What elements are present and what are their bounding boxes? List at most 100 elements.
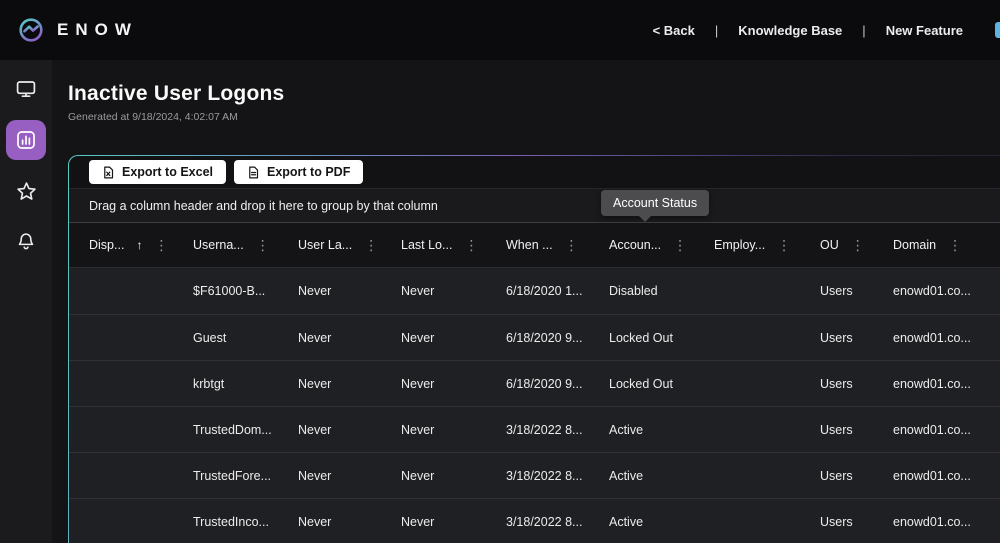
cell-account-status: Disabled	[589, 284, 694, 298]
sidebar	[0, 60, 52, 543]
cell-last-logon: Never	[381, 377, 486, 391]
sidebar-item-favorites[interactable]	[6, 171, 46, 211]
column-header-ou[interactable]: OU ⋮	[800, 238, 873, 252]
table-row[interactable]: $F61000-B... Never Never 6/18/2020 1... …	[69, 268, 1000, 314]
table-body: $F61000-B... Never Never 6/18/2020 1... …	[69, 268, 1000, 543]
brand-name: ENOW	[57, 20, 138, 40]
cell-ou: Users	[800, 515, 873, 529]
column-header-label: Accoun...	[609, 238, 661, 252]
knowledge-base-link[interactable]: Knowledge Base	[738, 23, 842, 38]
column-menu-icon[interactable]: ⋮	[777, 238, 791, 252]
column-header-username[interactable]: Userna... ⋮	[173, 238, 278, 252]
column-menu-icon[interactable]: ⋮	[256, 238, 270, 252]
cell-when: 6/18/2020 1...	[486, 284, 589, 298]
column-header-label: When ...	[506, 238, 553, 252]
enow-logo[interactable]: ENOW	[18, 17, 138, 43]
sidebar-item-reports[interactable]	[6, 120, 46, 160]
cell-last-logon: Never	[381, 284, 486, 298]
export-to-pdf-label: Export to PDF	[267, 165, 350, 179]
table-row[interactable]: TrustedDom... Never Never 3/18/2022 8...…	[69, 406, 1000, 452]
cell-domain: enowd01.co...	[873, 331, 1000, 345]
cell-account-status: Locked Out	[589, 377, 694, 391]
cell-when: 3/18/2022 8...	[486, 515, 589, 529]
column-header-account-status[interactable]: Accoun... ⋮	[589, 238, 694, 252]
column-header-user-last-logon[interactable]: User La... ⋮	[278, 238, 381, 252]
cell-user-last-logon: Never	[278, 515, 381, 529]
star-icon	[15, 180, 38, 203]
cell-ou: Users	[800, 331, 873, 345]
back-link[interactable]: < Back	[653, 23, 695, 38]
cell-last-logon: Never	[381, 331, 486, 345]
cell-when: 6/18/2020 9...	[486, 377, 589, 391]
column-header-label: Disp...	[89, 238, 124, 252]
page-title: Inactive User Logons	[68, 82, 1000, 106]
column-menu-icon[interactable]: ⋮	[851, 238, 865, 252]
group-by-drop-zone[interactable]: Drag a column header and drop it here to…	[69, 188, 1000, 223]
top-navigation: < Back | Knowledge Base | New Feature	[653, 22, 1000, 38]
cell-domain: enowd01.co...	[873, 469, 1000, 483]
column-menu-icon[interactable]: ⋮	[948, 238, 962, 252]
sort-ascending-icon: ↑	[136, 238, 142, 252]
column-header-domain[interactable]: Domain ⋮	[873, 238, 1000, 252]
monitor-icon	[15, 78, 37, 100]
column-header-when[interactable]: When ... ⋮	[486, 238, 589, 252]
sidebar-item-monitor[interactable]	[6, 69, 46, 109]
app-root: ENOW < Back | Knowledge Base | New Featu…	[0, 0, 1000, 543]
cell-ou: Users	[800, 284, 873, 298]
table-header-row: Disp... ↑ ⋮ Userna... ⋮ User La... ⋮ Las…	[69, 223, 1000, 268]
column-header-employee[interactable]: Employ... ⋮	[694, 238, 800, 252]
enow-logo-icon	[18, 17, 44, 43]
cell-user-last-logon: Never	[278, 331, 381, 345]
cell-username: Guest	[173, 331, 278, 345]
cell-user-last-logon: Never	[278, 469, 381, 483]
column-header-label: Domain	[893, 238, 936, 252]
report-panel: Export to Excel Export to PDF Drag a col…	[68, 155, 1000, 543]
column-header-last-logon[interactable]: Last Lo... ⋮	[381, 238, 486, 252]
column-menu-icon[interactable]: ⋮	[673, 238, 687, 252]
column-header-label: Employ...	[714, 238, 765, 252]
top-bar: ENOW < Back | Knowledge Base | New Featu…	[0, 0, 1000, 60]
cell-last-logon: Never	[381, 515, 486, 529]
nav-divider: |	[862, 23, 865, 38]
cell-account-status: Active	[589, 515, 694, 529]
clipped-nav-element[interactable]	[995, 22, 1000, 38]
bell-icon	[15, 231, 37, 253]
cell-ou: Users	[800, 377, 873, 391]
cell-domain: enowd01.co...	[873, 284, 1000, 298]
cell-domain: enowd01.co...	[873, 515, 1000, 529]
cell-account-status: Active	[589, 423, 694, 437]
cell-user-last-logon: Never	[278, 377, 381, 391]
new-feature-link[interactable]: New Feature	[886, 23, 963, 38]
cell-account-status: Active	[589, 469, 694, 483]
table-row[interactable]: krbtgt Never Never 6/18/2020 9... Locked…	[69, 360, 1000, 406]
pdf-file-icon	[247, 166, 260, 179]
column-menu-icon[interactable]: ⋮	[154, 238, 168, 252]
table-row[interactable]: TrustedInco... Never Never 3/18/2022 8..…	[69, 498, 1000, 543]
cell-username: krbtgt	[173, 377, 278, 391]
cell-when: 6/18/2020 9...	[486, 331, 589, 345]
column-header-display-name[interactable]: Disp... ↑ ⋮	[69, 238, 173, 252]
column-menu-icon[interactable]: ⋮	[464, 238, 478, 252]
cell-domain: enowd01.co...	[873, 377, 1000, 391]
cell-ou: Users	[800, 469, 873, 483]
generated-timestamp: Generated at 9/18/2024, 4:02:07 AM	[68, 111, 1000, 123]
cell-when: 3/18/2022 8...	[486, 469, 589, 483]
export-to-pdf-button[interactable]: Export to PDF	[234, 160, 363, 184]
group-by-hint: Drag a column header and drop it here to…	[89, 199, 438, 213]
column-menu-icon[interactable]: ⋮	[565, 238, 579, 252]
column-menu-icon[interactable]: ⋮	[364, 238, 378, 252]
export-toolbar: Export to Excel Export to PDF	[69, 156, 1000, 188]
cell-username: $F61000-B...	[173, 284, 278, 298]
sidebar-item-notifications[interactable]	[6, 222, 46, 262]
cell-username: TrustedInco...	[173, 515, 278, 529]
cell-last-logon: Never	[381, 423, 486, 437]
nav-divider: |	[715, 23, 718, 38]
cell-domain: enowd01.co...	[873, 423, 1000, 437]
table-row[interactable]: Guest Never Never 6/18/2020 9... Locked …	[69, 314, 1000, 360]
cell-username: TrustedFore...	[173, 469, 278, 483]
export-to-excel-button[interactable]: Export to Excel	[89, 160, 226, 184]
main-content: Inactive User Logons Generated at 9/18/2…	[52, 60, 1000, 543]
report-panel-inner: Export to Excel Export to PDF Drag a col…	[69, 156, 1000, 543]
export-to-excel-label: Export to Excel	[122, 165, 213, 179]
table-row[interactable]: TrustedFore... Never Never 3/18/2022 8..…	[69, 452, 1000, 498]
